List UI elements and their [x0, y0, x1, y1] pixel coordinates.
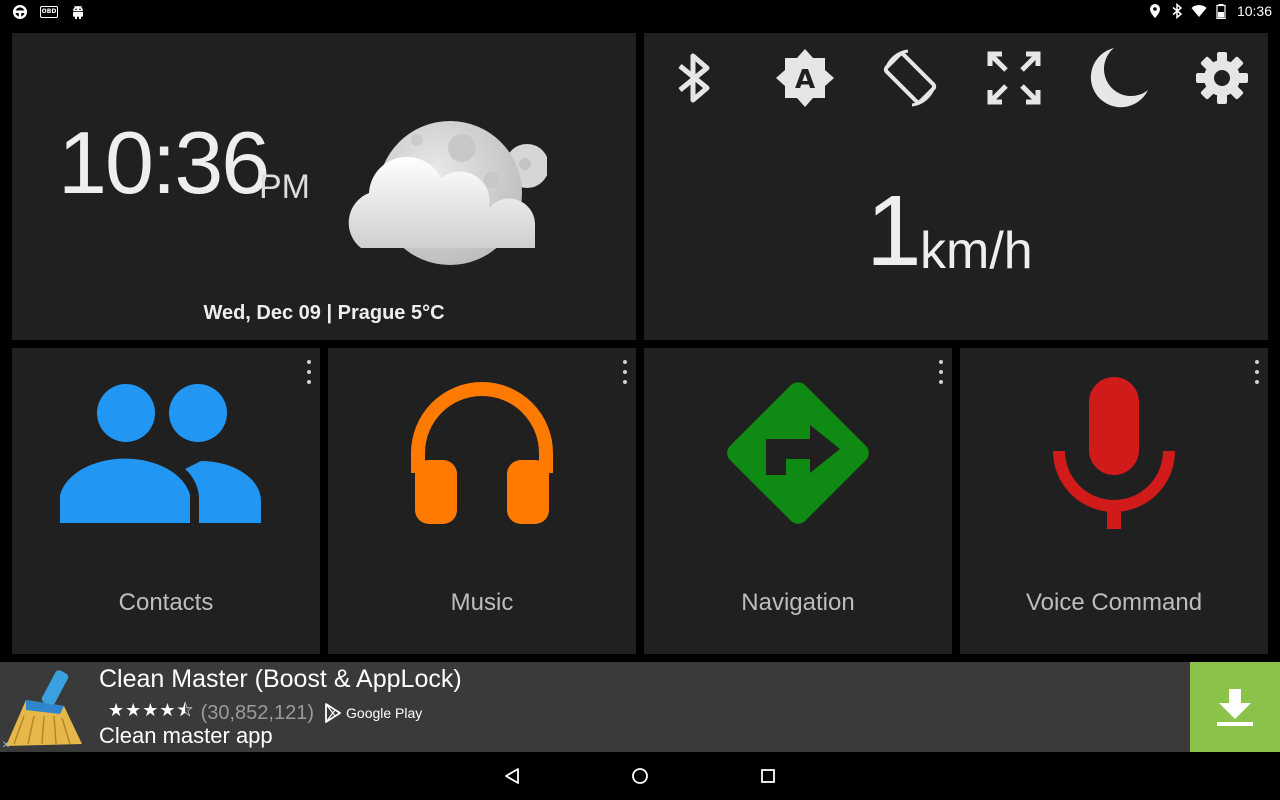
clock-weather-tile[interactable]: 10:36 PM Wed, Dec 09 | Prague 5°C — [12, 33, 636, 340]
contacts-icon — [60, 384, 261, 523]
speed-value: 1 — [866, 175, 922, 287]
headphones-icon — [411, 382, 553, 524]
google-play-icon — [325, 703, 341, 723]
back-button[interactable] — [496, 764, 528, 788]
wifi-icon — [1191, 5, 1207, 17]
back-icon — [505, 768, 519, 784]
recents-button[interactable] — [752, 764, 784, 788]
navigation-icon-container — [644, 368, 952, 538]
status-bar-right: 10:36 — [1147, 3, 1272, 19]
status-bar: OBD 10:36 — [0, 0, 1280, 25]
navigation-label: Navigation — [741, 589, 855, 616]
auto-brightness-icon: A — [776, 49, 834, 107]
speed-unit: km/h — [920, 222, 1033, 280]
microphone-icon — [1053, 377, 1175, 529]
voice-command-tile[interactable]: Voice Command — [960, 348, 1268, 654]
music-icon-container — [328, 368, 636, 538]
ad-title: Clean Master (Boost & AppLock) — [99, 665, 462, 693]
fullscreen-button[interactable] — [982, 47, 1046, 109]
settings-button[interactable] — [1190, 47, 1254, 109]
bluetooth-icon — [678, 53, 710, 103]
contacts-label: Contacts — [118, 589, 214, 616]
ad-review-count: (30,852,121) — [200, 701, 315, 724]
voice-command-icon-container — [960, 368, 1268, 538]
voice-command-label: Voice Command — [1025, 589, 1203, 616]
music-tile[interactable]: Music — [328, 348, 636, 654]
auto-brightness-letter: A — [795, 65, 815, 95]
screen-rotation-button[interactable] — [878, 47, 942, 109]
date-location-weather: Wed, Dec 09 | Prague 5°C — [203, 302, 445, 324]
moon-icon — [1090, 48, 1148, 108]
cloudy-night-icon — [348, 121, 547, 265]
download-icon — [1217, 689, 1253, 726]
clock-ampm: PM — [259, 168, 310, 206]
home-icon — [632, 768, 648, 784]
music-label: Music — [450, 589, 514, 616]
steering-wheel-icon — [13, 5, 27, 19]
battery-icon — [1216, 4, 1226, 19]
contacts-icon-container — [12, 368, 320, 538]
status-bar-left: OBD — [12, 4, 86, 20]
clock-time: 10:36 — [58, 113, 270, 212]
navigation-icon — [727, 382, 869, 524]
navigation-tile[interactable]: Navigation — [644, 348, 952, 654]
quick-settings-row: A — [644, 47, 1268, 109]
bluetooth-icon — [1172, 3, 1183, 19]
system-nav-bar — [0, 752, 1280, 800]
status-time: 10:36 — [1236, 3, 1272, 19]
broom-icon — [6, 670, 82, 746]
night-mode-button[interactable] — [1086, 47, 1150, 109]
auto-brightness-button[interactable]: A — [773, 47, 837, 109]
contacts-tile[interactable]: Contacts — [12, 348, 320, 654]
google-play-label: Google Play — [346, 705, 423, 721]
ad-download-button[interactable] — [1190, 662, 1280, 752]
screen-rotation-icon — [883, 49, 937, 107]
location-icon — [1149, 4, 1160, 18]
bluetooth-toggle-button[interactable] — [662, 47, 726, 109]
gear-icon — [1196, 52, 1248, 104]
ad-description: Clean master app — [99, 723, 273, 748]
recents-icon — [761, 769, 775, 783]
google-play-badge: Google Play — [324, 703, 422, 723]
ad-banner[interactable]: Clean Master (Boost & AppLock) ★★★★⯪ (30… — [0, 662, 1280, 752]
fullscreen-icon — [987, 51, 1041, 105]
speed-tile: A 1 km/h — [644, 33, 1268, 340]
android-icon — [73, 5, 83, 19]
ad-choices-icon[interactable]: ✕ — [0, 740, 12, 752]
obd-icon: OBD — [40, 6, 58, 18]
home-button[interactable] — [624, 764, 656, 788]
